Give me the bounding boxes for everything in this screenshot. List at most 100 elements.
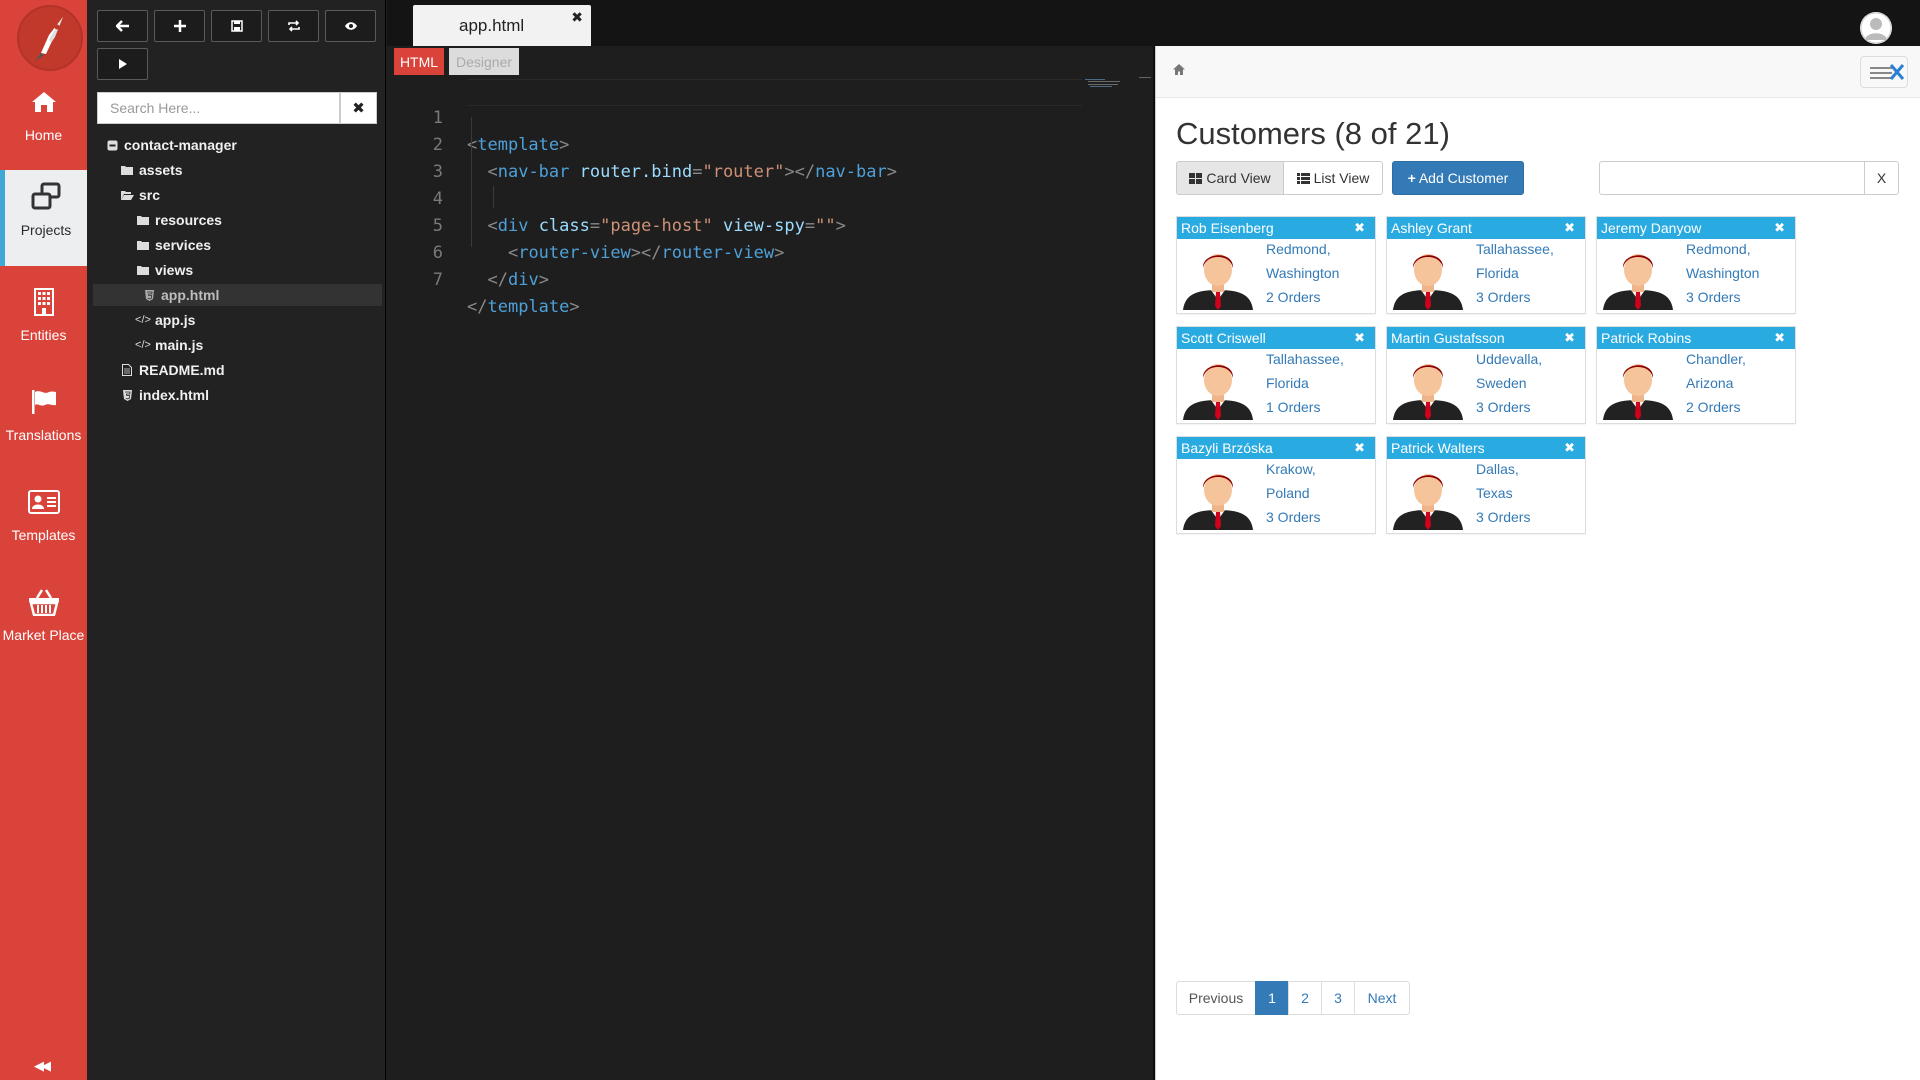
customer-card-header[interactable]: Scott Criswell ✖ [1177, 327, 1375, 349]
tree-item-index-html[interactable]: index.html [87, 384, 377, 406]
rail-item-templates[interactable]: Templates [0, 475, 87, 571]
customer-city[interactable]: Redmond, [1686, 241, 1751, 257]
tab-html-mode[interactable]: HTML [394, 48, 444, 75]
menu-toggle-button[interactable] [1860, 56, 1908, 88]
delete-customer-icon[interactable]: ✖ [1774, 217, 1785, 239]
customer-filter-input[interactable] [1599, 161, 1865, 195]
customer-orders[interactable]: 2 Orders [1266, 289, 1320, 305]
delete-customer-icon[interactable]: ✖ [1774, 327, 1785, 349]
customer-card[interactable]: Patrick Walters ✖ Dallas, Texas 3 Orders [1386, 436, 1586, 534]
add-customer-button[interactable]: + Add Customer [1392, 161, 1524, 195]
delete-customer-icon[interactable]: ✖ [1564, 437, 1575, 459]
tree-item-services[interactable]: services [87, 234, 377, 256]
page-1-button[interactable]: 1 [1255, 981, 1289, 1015]
tree-item-views[interactable]: views [87, 259, 377, 281]
home-icon[interactable] [1172, 63, 1186, 76]
customer-orders[interactable]: 3 Orders [1476, 399, 1530, 415]
next-page-button[interactable]: Next [1354, 981, 1410, 1015]
collapse-rail-icon[interactable]: ◀◀ [34, 1058, 51, 1074]
refresh-button[interactable] [268, 10, 319, 42]
customer-city[interactable]: Tallahassee, [1266, 351, 1344, 367]
run-button[interactable] [97, 48, 148, 80]
customer-city[interactable]: Dallas, [1476, 461, 1519, 477]
rail-item-entities[interactable]: Entities [0, 275, 87, 371]
customer-city[interactable]: Redmond, [1266, 241, 1331, 257]
user-avatar[interactable] [1860, 12, 1892, 44]
tree-item-app-html[interactable]: app.html [93, 284, 382, 306]
code-editor[interactable]: 1 <template> 2 <nav-bar router.bind="rou… [387, 78, 1153, 1080]
save-icon [230, 20, 243, 32]
list-view-button[interactable]: List View [1283, 161, 1383, 195]
page-2-button[interactable]: 2 [1288, 981, 1322, 1015]
back-button[interactable] [97, 10, 148, 42]
customer-card[interactable]: Ashley Grant ✖ Tallahassee, Florida 3 Orders [1386, 216, 1586, 314]
customer-city[interactable]: Krakow, [1266, 461, 1316, 477]
app-logo[interactable] [17, 5, 83, 71]
customer-card-header[interactable]: Rob Eisenberg ✖ [1177, 217, 1375, 239]
search-clear-button[interactable]: ✖ [340, 92, 377, 124]
code-line: 5 <router-view></router-view> [387, 186, 785, 263]
customer-orders[interactable]: 3 Orders [1476, 289, 1530, 305]
customer-card[interactable]: Jeremy Danyow ✖ Redmond, Washington 3 Orders [1596, 216, 1796, 314]
rail-item-home[interactable]: Home [0, 75, 87, 171]
editor-tab-bar [387, 0, 1920, 46]
customer-region[interactable]: Poland [1266, 485, 1310, 501]
customer-orders[interactable]: 3 Orders [1476, 509, 1530, 525]
add-button[interactable] [154, 10, 205, 42]
customer-region[interactable]: Washington [1686, 265, 1759, 281]
customer-avatar [1601, 354, 1675, 425]
delete-customer-icon[interactable]: ✖ [1564, 217, 1575, 239]
tree-item-src[interactable]: src [87, 184, 377, 206]
customer-region[interactable]: Washington [1266, 265, 1339, 281]
customer-orders[interactable]: 3 Orders [1686, 289, 1740, 305]
card-view-button[interactable]: Card View [1176, 161, 1284, 195]
customer-card-header[interactable]: Patrick Robins ✖ [1597, 327, 1795, 349]
customer-card-header[interactable]: Bazyli Brzóska ✖ [1177, 437, 1375, 459]
file-search-input[interactable] [97, 92, 340, 124]
customer-card[interactable]: Bazyli Brzóska ✖ Krakow, Poland 3 Orders [1176, 436, 1376, 534]
customer-region[interactable]: Sweden [1476, 375, 1527, 391]
customer-orders[interactable]: 3 Orders [1266, 509, 1320, 525]
tree-item-assets[interactable]: assets [87, 159, 377, 181]
customer-region[interactable]: Texas [1476, 485, 1513, 501]
tree-item-main-js[interactable]: </> main.js [87, 334, 377, 356]
page-3-button[interactable]: 3 [1321, 981, 1355, 1015]
customer-region[interactable]: Florida [1266, 375, 1309, 391]
tree-item-readme[interactable]: README.md [87, 359, 377, 381]
customer-card-header[interactable]: Jeremy Danyow ✖ [1597, 217, 1795, 239]
delete-customer-icon[interactable]: ✖ [1354, 327, 1365, 349]
rail-item-market-place[interactable]: Market Place [0, 575, 87, 671]
customer-card[interactable]: Rob Eisenberg ✖ Redmond, Washington 2 Orders [1176, 216, 1376, 314]
customer-card[interactable]: Patrick Robins ✖ Chandler, Arizona 2 Orders [1596, 326, 1796, 424]
delete-customer-icon[interactable]: ✖ [1354, 437, 1365, 459]
customer-city[interactable]: Tallahassee, [1476, 241, 1554, 257]
filter-clear-button[interactable]: X [1864, 161, 1899, 195]
customer-orders[interactable]: 1 Orders [1266, 399, 1320, 415]
delete-customer-icon[interactable]: ✖ [1354, 217, 1365, 239]
customer-region[interactable]: Florida [1476, 265, 1519, 281]
tree-item-label: services [155, 237, 212, 253]
tree-item-app-js[interactable]: </> app.js [87, 309, 377, 331]
customer-city[interactable]: Chandler, [1686, 351, 1746, 367]
customer-card[interactable]: Martin Gustafsson ✖ Uddevalla, Sweden 3 Orde… [1386, 326, 1586, 424]
editor-file-tab[interactable]: app.html ✖ [413, 5, 591, 46]
tree-item-contact-manager[interactable]: contact-manager [87, 134, 377, 156]
tab-designer-mode[interactable]: Designer [449, 48, 519, 75]
rail-item-translations[interactable]: Translations [0, 375, 87, 471]
id-card-icon [0, 485, 87, 519]
previous-page-button[interactable]: Previous [1176, 981, 1256, 1015]
customer-card-header[interactable]: Patrick Walters ✖ [1387, 437, 1585, 459]
customer-card-header[interactable]: Martin Gustafsson ✖ [1387, 327, 1585, 349]
save-button[interactable] [211, 10, 262, 42]
tab-close-icon[interactable]: ✖ [571, 9, 583, 26]
customer-region[interactable]: Arizona [1686, 375, 1733, 391]
customer-city[interactable]: Uddevalla, [1476, 351, 1542, 367]
rail-item-projects[interactable]: Projects [0, 170, 87, 266]
tree-item-resources[interactable]: resources [87, 209, 377, 231]
preview-button[interactable] [325, 10, 376, 42]
customer-card-header[interactable]: Ashley Grant ✖ [1387, 217, 1585, 239]
code-minimap[interactable] [1085, 78, 1121, 90]
customer-orders[interactable]: 2 Orders [1686, 399, 1740, 415]
delete-customer-icon[interactable]: ✖ [1564, 327, 1575, 349]
customer-card[interactable]: Scott Criswell ✖ Tallahassee, Florida 1 Orde… [1176, 326, 1376, 424]
